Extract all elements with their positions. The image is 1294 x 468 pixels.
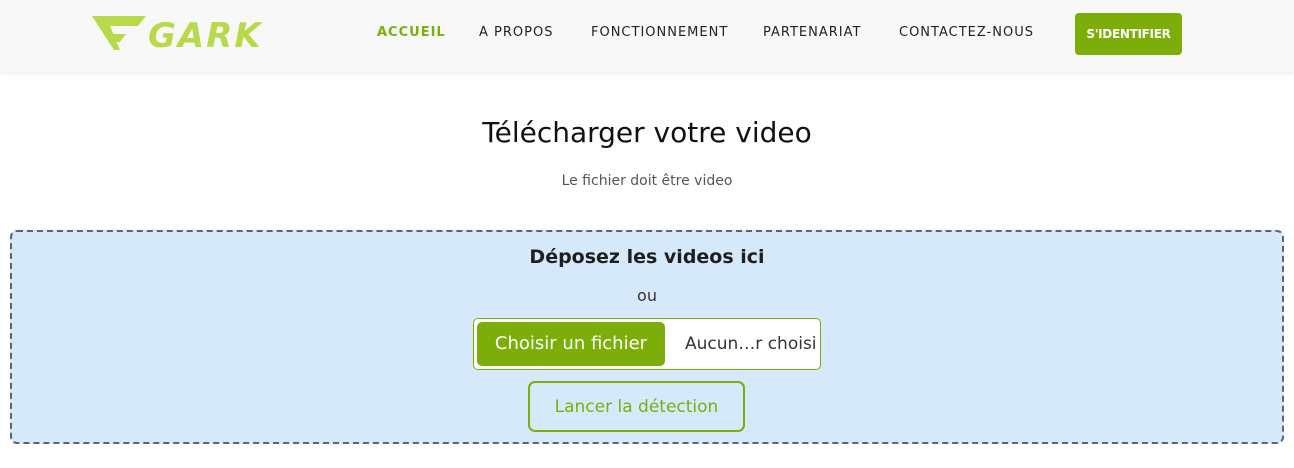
nav-link-a-propos[interactable]: A PROPOS [479, 25, 553, 40]
brand-name: GARK [148, 16, 263, 52]
start-detection-button[interactable]: Lancer la détection [528, 381, 745, 432]
nav-link-partenariat[interactable]: PARTENARIAT [763, 25, 861, 40]
nav-link-accueil[interactable]: ACCUEIL [377, 25, 446, 40]
page-title: Télécharger votre video [482, 116, 812, 149]
video-dropzone[interactable]: Déposez les videos ici ou Choisir un fic… [10, 230, 1284, 444]
nav-link-contactez-nous[interactable]: CONTACTEZ-NOUS [899, 25, 1034, 40]
selected-file-name: Aucun…r choisi [685, 334, 817, 354]
dropzone-title: Déposez les videos ici [529, 246, 765, 268]
top-navbar: GARK ACCUEIL A PROPOS FONCTIONNEMENT PAR… [0, 0, 1294, 72]
dropzone-or-label: ou [637, 286, 657, 305]
login-button[interactable]: S'IDENTIFIER [1075, 13, 1182, 55]
file-input[interactable]: Choisir un fichier Aucun…r choisi [473, 318, 821, 370]
nav-link-fonctionnement[interactable]: FONCTIONNEMENT [591, 25, 728, 40]
page-subtitle: Le fichier doit être video [561, 173, 733, 189]
choose-file-button[interactable]: Choisir un fichier [477, 322, 665, 366]
gark-logo-icon[interactable]: GARK [90, 14, 295, 52]
